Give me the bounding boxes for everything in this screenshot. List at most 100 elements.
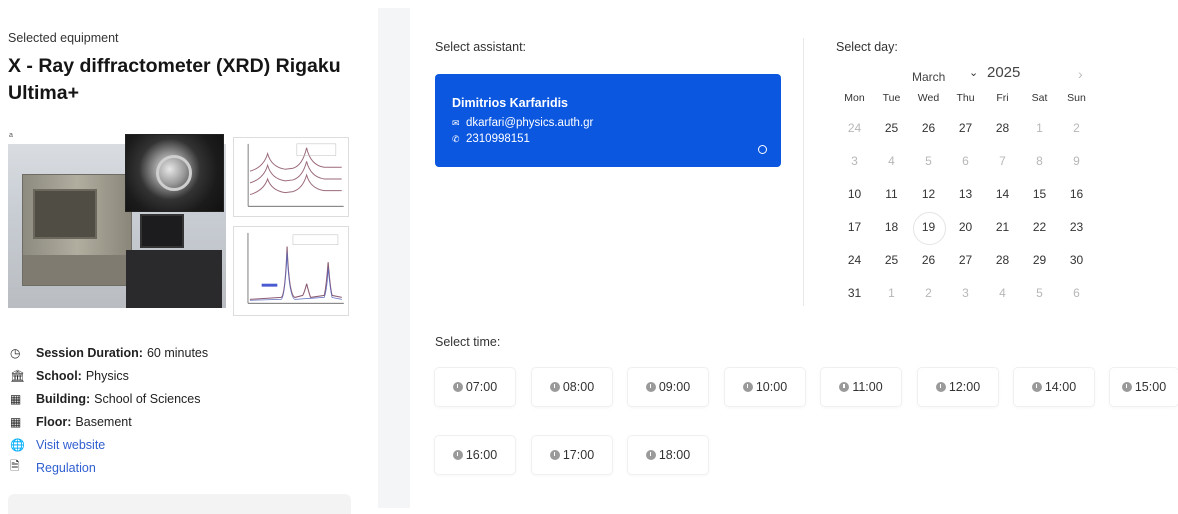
calendar-day[interactable]: 18 xyxy=(873,211,910,244)
calendar-day[interactable]: 22 xyxy=(1021,211,1058,244)
selected-equipment-label: Selected equipment xyxy=(8,31,119,45)
clock-icon xyxy=(1031,382,1042,392)
year-display[interactable]: 2025 xyxy=(987,64,1020,81)
calendar-week: 17 18 19 20 21 22 23 xyxy=(836,211,1096,245)
envelope-icon: ✉ xyxy=(452,117,460,128)
calendar-day[interactable]: 13 xyxy=(947,178,984,211)
calendar-day[interactable]: 31 xyxy=(836,277,873,310)
calendar-day[interactable]: 26 xyxy=(910,112,947,145)
weekday-label: Wed xyxy=(917,92,940,104)
calendar-day[interactable]: 11 xyxy=(873,178,910,211)
vertical-divider xyxy=(803,38,804,306)
calendar-day[interactable]: 20 xyxy=(947,211,984,244)
next-month-icon[interactable]: › xyxy=(1078,66,1083,82)
calendar-day[interactable]: 14 xyxy=(984,178,1021,211)
phone-icon: ✆ xyxy=(452,133,460,144)
time-slot-label: 18:00 xyxy=(658,448,691,462)
monitor-image xyxy=(140,214,184,248)
weekday-label: Sat xyxy=(1031,92,1048,104)
calendar-week: 31 1 2 3 4 5 6 xyxy=(836,277,1096,310)
photo-caption-mark: a xyxy=(9,132,13,139)
time-slot-button[interactable]: 12:00 xyxy=(918,368,998,406)
time-slot-button[interactable]: 14:00 xyxy=(1014,368,1094,406)
calendar-day[interactable]: 27 xyxy=(947,244,984,277)
assistant-phone-row: ✆ 2310998151 xyxy=(452,133,530,145)
calendar-day[interactable]: 12 xyxy=(910,178,947,211)
clock-icon xyxy=(1121,382,1132,392)
calendar-day: 3 xyxy=(962,286,969,300)
time-slot-label: 11:00 xyxy=(852,380,883,394)
calendar-day: 5 xyxy=(1036,286,1043,300)
calendar-day[interactable]: 29 xyxy=(1021,244,1058,277)
assistant-phone: 2310998151 xyxy=(466,133,530,145)
diffractometer-image xyxy=(22,174,132,286)
equipment-panel: Selected equipment X - Ray diffractomete… xyxy=(0,0,362,514)
calendar-day[interactable]: 26 xyxy=(910,244,947,277)
visit-website-item[interactable]: 🌐 Visit website xyxy=(10,433,208,456)
time-slot-button[interactable]: 15:00 xyxy=(1110,368,1178,406)
time-slot-label: 17:00 xyxy=(562,448,595,462)
time-slot-button[interactable]: 09:00 xyxy=(628,368,708,406)
calendar-day[interactable]: 17 xyxy=(836,211,873,244)
calendar-day[interactable]: 23 xyxy=(1058,211,1095,244)
calendar-week: 3 4 5 6 7 8 9 xyxy=(836,145,1096,178)
calendar-day[interactable]: 30 xyxy=(1058,244,1095,277)
calendar-day[interactable]: 28 xyxy=(984,112,1021,145)
calendar-day: 1 xyxy=(1036,121,1043,135)
calendar-day: 24 xyxy=(847,121,862,135)
select-time-label: Select time: xyxy=(435,335,501,349)
select-day-label: Select day: xyxy=(836,40,898,54)
assistant-radio[interactable] xyxy=(758,145,767,154)
regulation-item[interactable]: 🗎 Regulation xyxy=(10,456,208,479)
calendar-day: 4 xyxy=(888,154,895,168)
time-slot-button[interactable]: 17:00 xyxy=(532,436,612,474)
time-slot-button[interactable]: 07:00 xyxy=(435,368,515,406)
time-slot-button[interactable]: 16:00 xyxy=(435,436,515,474)
calendar-day[interactable]: 15 xyxy=(1021,178,1058,211)
weekday-label: Sun xyxy=(1067,92,1086,104)
month-select[interactable]: March xyxy=(912,70,945,84)
regulation-link[interactable]: Regulation xyxy=(36,461,96,475)
time-slot-label: 15:00 xyxy=(1134,380,1167,394)
time-slot-button[interactable]: 18:00 xyxy=(628,436,708,474)
calendar-day: 3 xyxy=(851,154,858,168)
calendar-day[interactable]: 25 xyxy=(873,244,910,277)
bottom-card xyxy=(8,494,351,514)
calendar-day[interactable]: 27 xyxy=(947,112,984,145)
assistant-card-karfaridis[interactable]: Dimitrios Karfaridis ✉ dkarfari@physics.… xyxy=(435,74,781,167)
panel-gutter xyxy=(378,8,410,508)
equipment-title: X - Ray diffractometer (XRD) Rigaku Ulti… xyxy=(8,55,341,104)
calendar-day: 6 xyxy=(962,154,969,168)
clock-icon xyxy=(549,450,560,460)
bank-icon: 🏛 xyxy=(10,368,26,383)
weekday-header: Mon Tue Wed Thu Fri Sat Sun xyxy=(836,90,1096,106)
calendar-day[interactable]: 10 xyxy=(836,178,873,211)
calendar-day-today[interactable]: 19 xyxy=(910,211,947,245)
chevron-down-icon[interactable]: ⌄ xyxy=(969,66,978,79)
time-slot-button[interactable]: 08:00 xyxy=(532,368,612,406)
globe-icon: 🌐 xyxy=(10,437,25,452)
time-slot-label: 07:00 xyxy=(465,380,498,394)
calendar-day: 4 xyxy=(999,286,1006,300)
clock-icon xyxy=(935,382,946,392)
clock-icon xyxy=(645,450,656,460)
calendar-day[interactable]: 25 xyxy=(873,112,910,145)
time-slot-button[interactable]: 11:00 xyxy=(821,368,901,406)
weekday-label: Tue xyxy=(882,92,901,104)
clock-icon: ◷ xyxy=(10,345,21,360)
visit-website-link[interactable]: Visit website xyxy=(36,438,105,452)
calendar-day[interactable]: 16 xyxy=(1058,178,1095,211)
calendar-day[interactable]: 21 xyxy=(984,211,1021,244)
detail-session-duration: ◷ Session Duration: 60 minutes xyxy=(10,345,209,360)
clock-icon xyxy=(645,382,656,392)
clock-icon xyxy=(452,382,463,392)
calendar-day[interactable]: 28 xyxy=(984,244,1021,277)
time-slot-button[interactable]: 10:00 xyxy=(725,368,805,406)
calendar-week: 24 25 26 27 28 29 30 xyxy=(836,244,1096,277)
clock-icon xyxy=(452,450,463,460)
calendar-day[interactable]: 24 xyxy=(836,244,873,277)
calendar-day: 7 xyxy=(999,154,1006,168)
calendar-grid: Mon Tue Wed Thu Fri Sat Sun 24 25 26 27 28 1 2 3 4 5 6 7 8… xyxy=(836,90,1096,310)
detail-floor: ▦ Floor: Basement xyxy=(10,414,132,429)
select-assistant-label: Select assistant: xyxy=(435,40,527,54)
